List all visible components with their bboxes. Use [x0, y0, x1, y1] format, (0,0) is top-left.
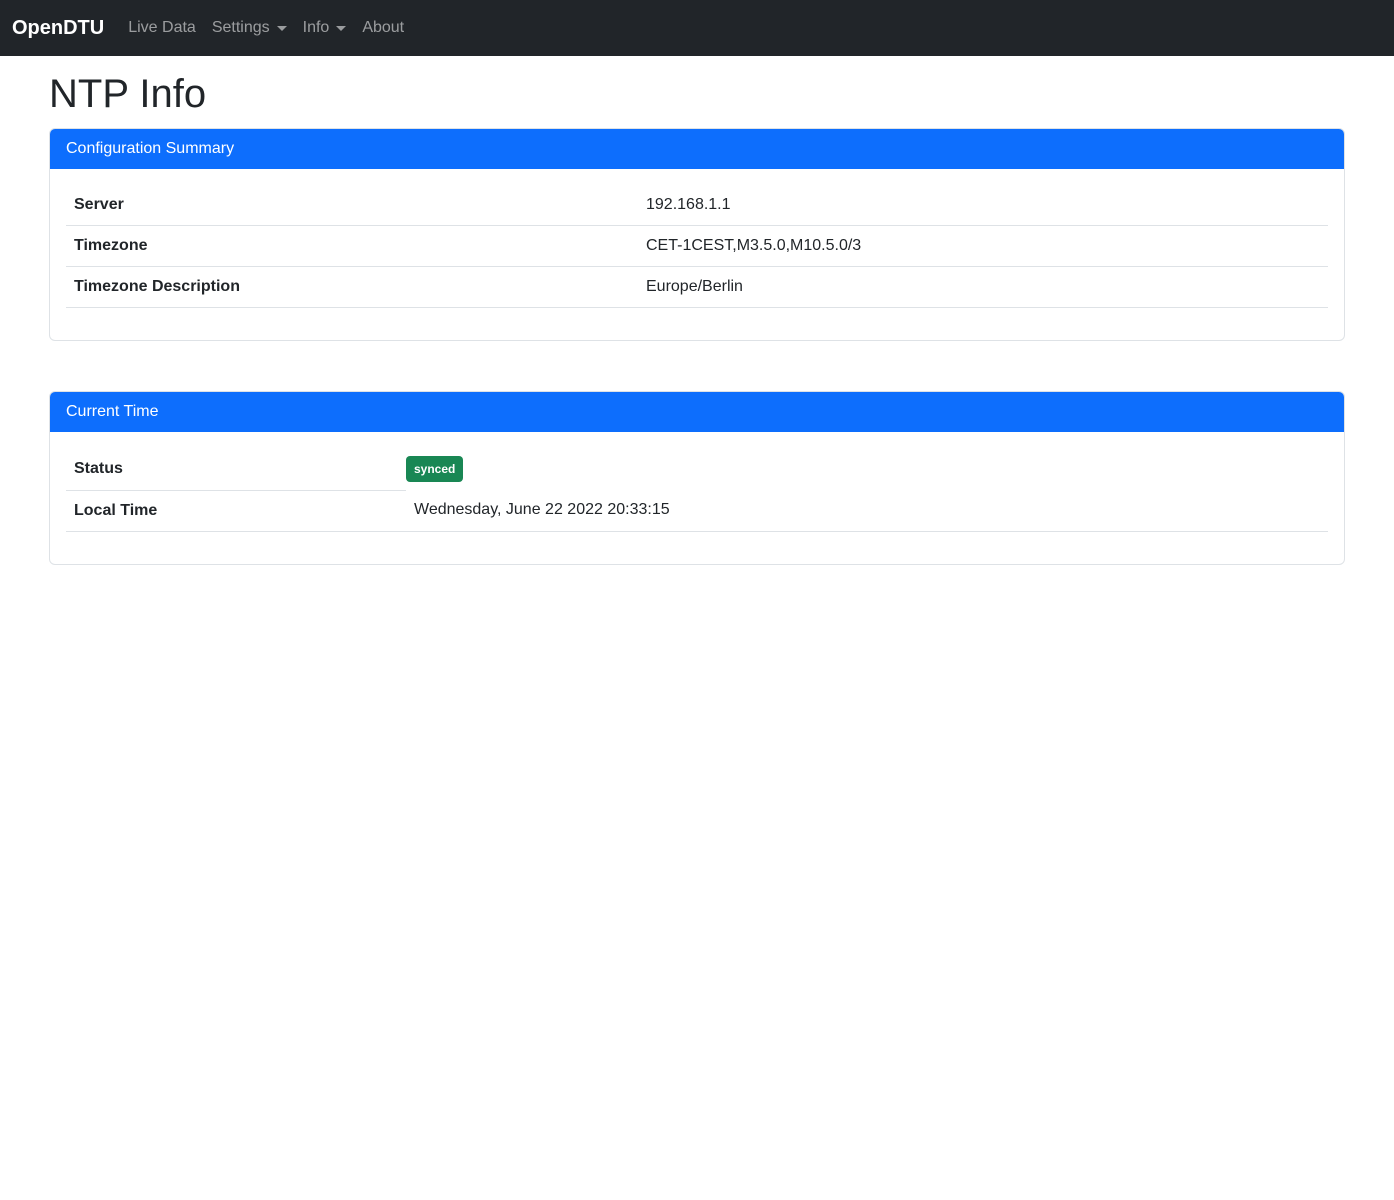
row-label-status: Status	[66, 448, 406, 490]
table-row: Local Time Wednesday, June 22 2022 20:33…	[66, 490, 1328, 531]
row-label-local-time: Local Time	[66, 490, 406, 531]
configuration-summary-table: Server 192.168.1.1 Timezone CET-1CEST,M3…	[66, 185, 1328, 308]
row-label-timezone-description: Timezone Description	[66, 267, 638, 308]
configuration-summary-header: Configuration Summary	[50, 129, 1344, 169]
nav-item-label: Live Data	[128, 19, 196, 37]
row-label-timezone: Timezone	[66, 226, 638, 267]
table-row: Status synced	[66, 448, 1328, 490]
current-time-table: Status synced Local Time Wednesday, June…	[66, 448, 1328, 532]
chevron-down-icon	[277, 26, 287, 31]
nav-item-about[interactable]: About	[354, 11, 412, 45]
table-row: Timezone Description Europe/Berlin	[66, 267, 1328, 308]
nav-item-info[interactable]: Info	[295, 11, 355, 45]
nav-item-label: Settings	[212, 19, 270, 37]
nav-item-settings[interactable]: Settings	[204, 11, 295, 45]
navbar: OpenDTU Live Data Settings Info About	[0, 0, 1394, 56]
nav-item-label: About	[362, 19, 404, 37]
page-title: NTP Info	[49, 70, 1345, 118]
row-value-timezone-description: Europe/Berlin	[638, 267, 1328, 308]
chevron-down-icon	[336, 26, 346, 31]
current-time-header: Current Time	[50, 392, 1344, 432]
main-content: NTP Info Configuration Summary Server 19…	[49, 56, 1345, 565]
row-value-status: synced	[406, 448, 1328, 490]
current-time-body: Status synced Local Time Wednesday, June…	[50, 432, 1344, 564]
row-value-local-time: Wednesday, June 22 2022 20:33:15	[406, 490, 1328, 531]
navbar-brand[interactable]: OpenDTU	[12, 17, 104, 40]
status-badge: synced	[406, 456, 463, 482]
configuration-summary-card: Configuration Summary Server 192.168.1.1…	[49, 128, 1345, 341]
nav-item-label: Info	[303, 19, 330, 37]
current-time-card: Current Time Status synced Local Time We…	[49, 391, 1345, 565]
configuration-summary-body: Server 192.168.1.1 Timezone CET-1CEST,M3…	[50, 169, 1344, 340]
navbar-menu: Live Data Settings Info About	[120, 11, 412, 45]
nav-item-live-data[interactable]: Live Data	[120, 11, 204, 45]
row-value-timezone: CET-1CEST,M3.5.0,M10.5.0/3	[638, 226, 1328, 267]
row-value-server: 192.168.1.1	[638, 185, 1328, 226]
table-row: Timezone CET-1CEST,M3.5.0,M10.5.0/3	[66, 226, 1328, 267]
table-row: Server 192.168.1.1	[66, 185, 1328, 226]
row-label-server: Server	[66, 185, 638, 226]
